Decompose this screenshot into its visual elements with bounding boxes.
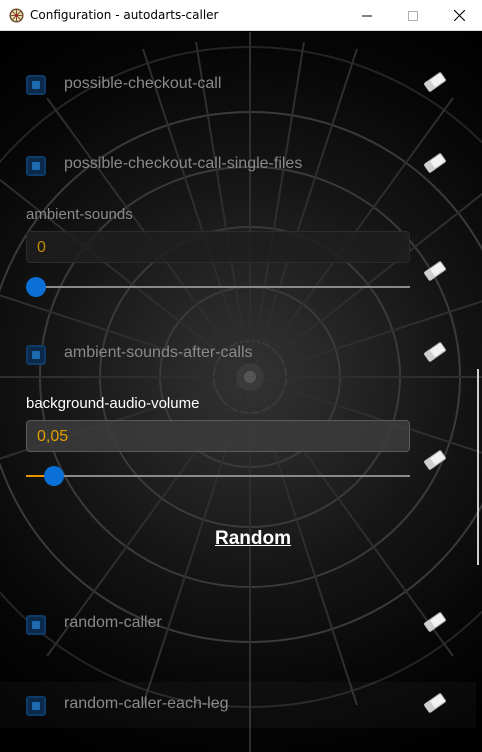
ambient-sounds-slider-track[interactable] — [36, 286, 410, 288]
possible-checkout-call-single-files-label: possible-checkout-call-single-files — [64, 155, 303, 172]
eraser-icon[interactable] — [423, 72, 447, 92]
eraser-icon[interactable] — [423, 612, 447, 632]
random-caller-each-leg-checkbox[interactable] — [26, 696, 46, 716]
title-bar: Configuration - autodarts-caller — [0, 0, 482, 31]
possible-checkout-call-checkbox[interactable] — [26, 75, 46, 95]
window-title: Configuration - autodarts-caller — [30, 8, 219, 22]
background-audio-volume-slider-thumb[interactable] — [44, 466, 64, 486]
ambient-sounds-after-calls-label: ambient-sounds-after-calls — [64, 344, 253, 361]
close-button[interactable] — [436, 0, 482, 31]
possible-checkout-call-label: possible-checkout-call — [64, 75, 222, 92]
eraser-icon[interactable] — [423, 153, 447, 173]
maximize-button[interactable] — [390, 0, 436, 31]
eraser-icon[interactable] — [423, 261, 447, 281]
ambient-sounds-input[interactable]: 0 — [26, 231, 410, 263]
random-caller-each-leg-label: random-caller-each-leg — [64, 695, 229, 712]
close-icon — [453, 10, 465, 21]
vertical-scrollbar[interactable] — [477, 369, 479, 565]
random-section-heading: Random — [215, 528, 291, 549]
background-audio-volume-input[interactable]: 0,05 — [26, 420, 410, 452]
random-caller-checkbox[interactable] — [26, 615, 46, 635]
minimize-button[interactable] — [344, 0, 390, 31]
settings-panel: possible-checkout-call possible-checkout… — [0, 32, 482, 752]
dartboard-background-image — [0, 32, 482, 752]
dartboard-icon — [9, 8, 24, 23]
ambient-sounds-after-calls-checkbox[interactable] — [26, 345, 46, 365]
random-caller-label: random-caller — [64, 614, 162, 631]
background-audio-volume-slider-track[interactable] — [36, 475, 410, 477]
eraser-icon[interactable] — [423, 693, 447, 713]
ambient-sounds-slider-thumb[interactable] — [26, 277, 46, 297]
minimize-icon — [362, 15, 372, 16]
maximize-icon — [408, 10, 418, 21]
ambient-sounds-label: ambient-sounds — [26, 206, 133, 223]
possible-checkout-call-single-files-checkbox[interactable] — [26, 156, 46, 176]
eraser-icon[interactable] — [423, 342, 447, 362]
background-audio-volume-label: background-audio-volume — [26, 395, 200, 412]
eraser-icon[interactable] — [423, 450, 447, 470]
